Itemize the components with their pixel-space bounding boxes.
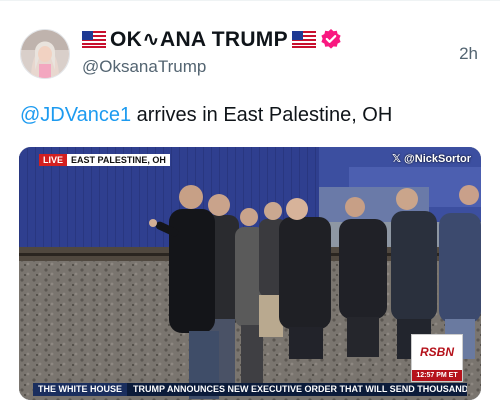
network-time: 12:57 PM ET	[412, 370, 462, 381]
post-timestamp[interactable]: 2h	[459, 44, 478, 64]
mention-link[interactable]: @JDVance1	[20, 104, 131, 126]
post-text: @JDVance1 arrives in East Palestine, OH	[20, 104, 392, 127]
ticker-headline: TRUMP ANNOUNCES NEW EXECUTIVE ORDER THAT…	[133, 384, 467, 394]
avatar[interactable]	[20, 29, 70, 79]
verified-badge-icon[interactable]	[320, 28, 342, 50]
ticker-source: THE WHITE HOUSE	[33, 383, 128, 396]
author-name-row: OK∿ANA TRUMP	[82, 27, 342, 51]
top-divider	[0, 0, 500, 1]
author-handle[interactable]: @OksanaTrump	[82, 57, 206, 77]
video-credit: 𝕏 @NickSortor	[392, 152, 471, 165]
video-media[interactable]: LIVE EAST PALESTINE, OH 𝕏 @NickSortor RS…	[19, 147, 481, 400]
news-ticker: THE WHITE HOUSE TRUMP ANNOUNCES NEW EXEC…	[33, 383, 467, 396]
us-flag-icon	[291, 30, 316, 48]
post-text-body: arrives in East Palestine, OH	[131, 104, 393, 126]
avatar-image	[21, 30, 69, 78]
live-badge: LIVE EAST PALESTINE, OH	[39, 154, 170, 166]
author-display-name[interactable]: OK∿ANA TRUMP	[110, 27, 288, 52]
live-label: LIVE	[39, 154, 68, 166]
network-logo-box: RSBN 12:57 PM ET	[411, 334, 463, 382]
credit-handle: @NickSortor	[404, 153, 471, 165]
network-logo: RSBN	[419, 345, 454, 359]
us-flag-icon	[82, 30, 106, 48]
x-logo-icon: 𝕏	[392, 153, 401, 165]
location-label: EAST PALESTINE, OH	[67, 154, 170, 166]
